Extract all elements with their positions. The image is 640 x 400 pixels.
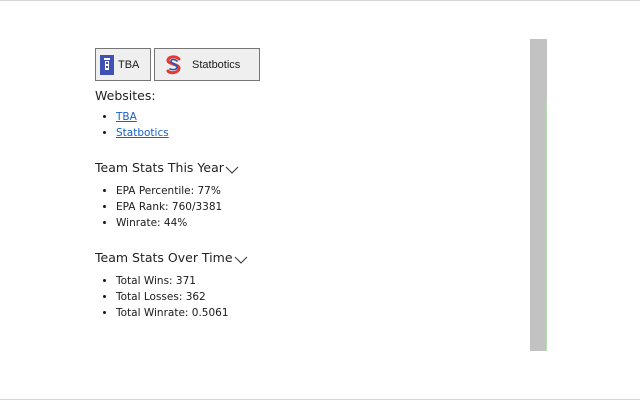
list-item: Statbotics xyxy=(116,125,525,141)
site-button-row: TBA Statbotics xyxy=(95,48,525,81)
stats-this-year-list: EPA Percentile: 77% EPA Rank: 760/3381 W… xyxy=(95,183,525,231)
team-info-panel: TBA Statbotics Websites: TBA Statbotics … xyxy=(95,48,525,321)
stats-over-time-toggle[interactable]: Team Stats Over Time xyxy=(95,248,525,267)
list-item: Total Winrate: 0.5061 xyxy=(116,305,525,321)
tba-button-label: TBA xyxy=(118,58,140,71)
scrollbar[interactable] xyxy=(530,39,547,351)
stats-over-time-heading: Team Stats Over Time xyxy=(95,250,233,265)
scrollbar-edge xyxy=(546,99,547,351)
list-item: EPA Rank: 760/3381 xyxy=(116,199,525,215)
tba-button[interactable]: TBA xyxy=(95,48,151,81)
popup-window: TBA Statbotics Websites: TBA Statbotics … xyxy=(0,0,640,400)
stats-over-time-list: Total Wins: 371 Total Losses: 362 Total … xyxy=(95,273,525,321)
chevron-down-icon xyxy=(234,252,248,267)
list-item: Winrate: 44% xyxy=(116,215,525,231)
statbotics-logo-icon xyxy=(165,54,183,75)
websites-heading: Websites: xyxy=(95,88,156,103)
list-item: EPA Percentile: 77% xyxy=(116,183,525,199)
stats-this-year-heading: Team Stats This Year xyxy=(95,160,224,175)
statbotics-button[interactable]: Statbotics xyxy=(154,48,260,81)
websites-list: TBA Statbotics xyxy=(95,109,525,141)
list-item: TBA xyxy=(116,109,525,125)
statbotics-button-label: Statbotics xyxy=(192,58,241,71)
chevron-down-icon xyxy=(225,162,239,177)
tba-logo-icon xyxy=(100,54,114,75)
list-item: Total Losses: 362 xyxy=(116,289,525,305)
tba-link[interactable]: TBA xyxy=(116,111,137,123)
list-item: Total Wins: 371 xyxy=(116,273,525,289)
stats-this-year-toggle[interactable]: Team Stats This Year xyxy=(95,158,525,177)
statbotics-link[interactable]: Statbotics xyxy=(116,127,169,139)
